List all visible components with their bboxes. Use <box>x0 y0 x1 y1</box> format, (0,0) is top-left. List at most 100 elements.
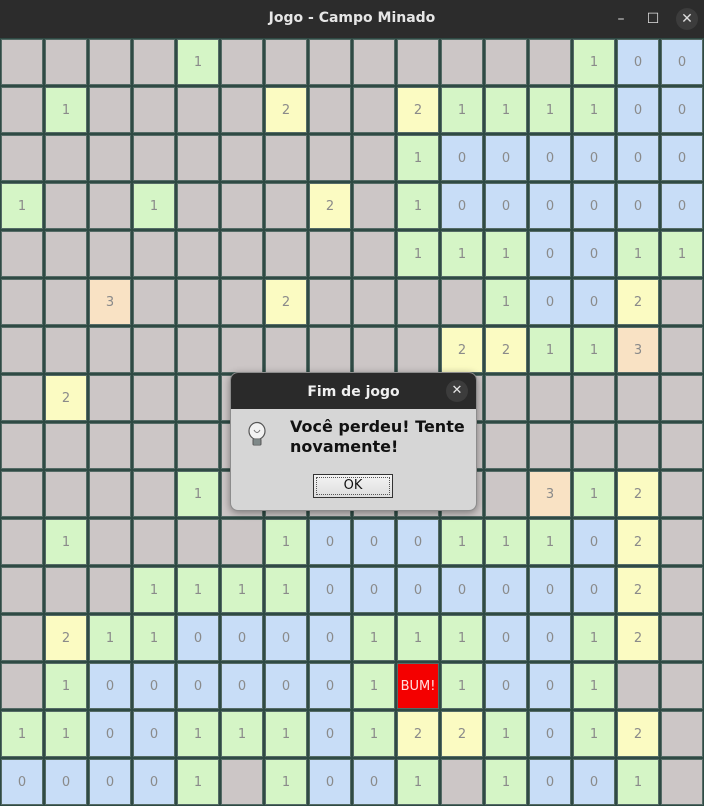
hidden-cell[interactable] <box>353 279 395 325</box>
revealed-cell[interactable]: 0 <box>529 183 571 229</box>
revealed-cell[interactable]: 2 <box>265 87 307 133</box>
revealed-cell[interactable]: 0 <box>353 519 395 565</box>
revealed-cell[interactable]: 1 <box>397 759 439 805</box>
hidden-cell[interactable] <box>353 231 395 277</box>
revealed-cell[interactable]: 1 <box>221 711 263 757</box>
revealed-cell[interactable]: 1 <box>485 711 527 757</box>
hidden-cell[interactable] <box>265 183 307 229</box>
revealed-cell[interactable]: 2 <box>617 567 659 613</box>
revealed-cell[interactable]: 1 <box>573 663 615 709</box>
hidden-cell[interactable] <box>221 39 263 85</box>
hidden-cell[interactable] <box>529 375 571 421</box>
revealed-cell[interactable]: 0 <box>265 663 307 709</box>
revealed-cell[interactable]: 0 <box>309 663 351 709</box>
hidden-cell[interactable] <box>353 183 395 229</box>
revealed-cell[interactable]: 1 <box>573 87 615 133</box>
hidden-cell[interactable] <box>133 135 175 181</box>
revealed-cell[interactable]: 3 <box>617 327 659 373</box>
revealed-cell[interactable]: 2 <box>397 711 439 757</box>
hidden-cell[interactable] <box>221 183 263 229</box>
revealed-cell[interactable]: 0 <box>485 567 527 613</box>
hidden-cell[interactable] <box>661 567 703 613</box>
hidden-cell[interactable] <box>89 423 131 469</box>
revealed-cell[interactable]: 1 <box>573 39 615 85</box>
revealed-cell[interactable]: 0 <box>89 711 131 757</box>
revealed-cell[interactable]: 0 <box>309 615 351 661</box>
revealed-cell[interactable]: 2 <box>309 183 351 229</box>
hidden-cell[interactable] <box>89 519 131 565</box>
revealed-cell[interactable]: 0 <box>661 135 703 181</box>
revealed-cell[interactable]: 2 <box>45 615 87 661</box>
hidden-cell[interactable] <box>265 327 307 373</box>
revealed-cell[interactable]: 0 <box>265 615 307 661</box>
hidden-cell[interactable] <box>309 39 351 85</box>
revealed-cell[interactable]: 0 <box>309 519 351 565</box>
revealed-cell[interactable]: 1 <box>353 711 395 757</box>
hidden-cell[interactable] <box>177 183 219 229</box>
revealed-cell[interactable]: 1 <box>265 711 307 757</box>
revealed-cell[interactable]: 1 <box>573 327 615 373</box>
hidden-cell[interactable] <box>221 519 263 565</box>
hidden-cell[interactable] <box>133 231 175 277</box>
hidden-cell[interactable] <box>661 471 703 517</box>
ok-button[interactable]: OK <box>313 474 393 498</box>
hidden-cell[interactable] <box>45 135 87 181</box>
hidden-cell[interactable] <box>265 39 307 85</box>
revealed-cell[interactable]: 0 <box>485 183 527 229</box>
hidden-cell[interactable] <box>221 87 263 133</box>
revealed-cell[interactable]: 2 <box>441 711 483 757</box>
hidden-cell[interactable] <box>177 231 219 277</box>
revealed-cell[interactable]: 0 <box>441 135 483 181</box>
revealed-cell[interactable]: 1 <box>529 327 571 373</box>
revealed-cell[interactable]: 2 <box>485 327 527 373</box>
hidden-cell[interactable] <box>1 375 43 421</box>
dialog-close-button[interactable]: ✕ <box>446 380 468 402</box>
revealed-cell[interactable]: 0 <box>397 567 439 613</box>
hidden-cell[interactable] <box>89 327 131 373</box>
revealed-cell[interactable]: 0 <box>309 567 351 613</box>
revealed-cell[interactable]: 1 <box>1 183 43 229</box>
revealed-cell[interactable]: 0 <box>309 711 351 757</box>
revealed-cell[interactable]: 2 <box>617 471 659 517</box>
revealed-cell[interactable]: 1 <box>1 711 43 757</box>
hidden-cell[interactable] <box>353 87 395 133</box>
hidden-cell[interactable] <box>353 135 395 181</box>
hidden-cell[interactable] <box>309 279 351 325</box>
hidden-cell[interactable] <box>177 423 219 469</box>
revealed-cell[interactable]: 1 <box>617 231 659 277</box>
revealed-cell[interactable]: 1 <box>177 759 219 805</box>
hidden-cell[interactable] <box>1 471 43 517</box>
revealed-cell[interactable]: 0 <box>573 231 615 277</box>
hidden-cell[interactable] <box>45 471 87 517</box>
revealed-cell[interactable]: 0 <box>573 135 615 181</box>
revealed-cell[interactable]: 1 <box>441 231 483 277</box>
revealed-cell[interactable]: 0 <box>485 663 527 709</box>
hidden-cell[interactable] <box>1 423 43 469</box>
hidden-cell[interactable] <box>309 135 351 181</box>
revealed-cell[interactable]: 1 <box>45 663 87 709</box>
hidden-cell[interactable] <box>1 615 43 661</box>
hidden-cell[interactable] <box>485 39 527 85</box>
hidden-cell[interactable] <box>89 183 131 229</box>
revealed-cell[interactable]: 0 <box>177 615 219 661</box>
hidden-cell[interactable] <box>45 279 87 325</box>
revealed-cell[interactable]: 2 <box>45 375 87 421</box>
hidden-cell[interactable] <box>133 327 175 373</box>
hidden-cell[interactable] <box>485 471 527 517</box>
revealed-cell[interactable]: 0 <box>529 663 571 709</box>
revealed-cell[interactable]: 0 <box>133 663 175 709</box>
revealed-cell[interactable]: 0 <box>177 663 219 709</box>
revealed-cell[interactable]: 0 <box>221 663 263 709</box>
hidden-cell[interactable] <box>133 39 175 85</box>
hidden-cell[interactable] <box>661 327 703 373</box>
revealed-cell[interactable]: 0 <box>441 567 483 613</box>
hidden-cell[interactable] <box>133 471 175 517</box>
hidden-cell[interactable] <box>177 327 219 373</box>
hidden-cell[interactable] <box>573 375 615 421</box>
revealed-cell[interactable]: 2 <box>617 711 659 757</box>
revealed-cell[interactable]: 1 <box>265 519 307 565</box>
hidden-cell[interactable] <box>1 135 43 181</box>
revealed-cell[interactable]: 1 <box>265 567 307 613</box>
revealed-cell[interactable]: 1 <box>441 615 483 661</box>
hidden-cell[interactable] <box>1 87 43 133</box>
